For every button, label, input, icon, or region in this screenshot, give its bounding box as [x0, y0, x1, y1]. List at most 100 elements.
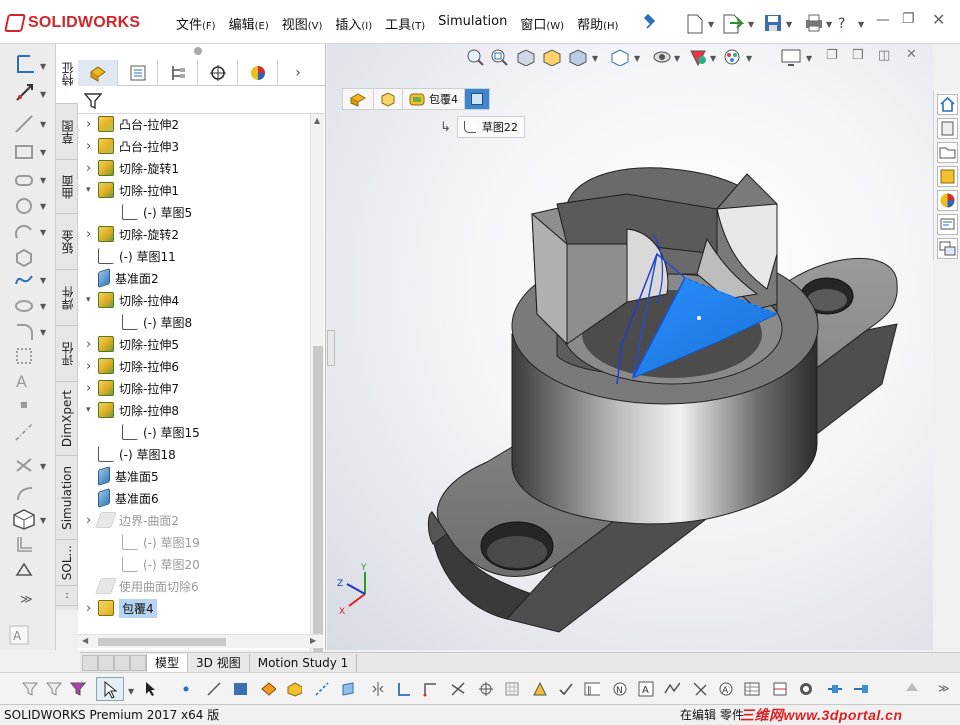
breadcrumb-child[interactable]: ↳ 草图22	[440, 116, 525, 138]
tab-navigation[interactable]	[82, 654, 146, 671]
tree-node[interactable]: ▾ 切除-拉伸4	[86, 290, 179, 310]
options-icon[interactable]: ?	[836, 14, 854, 32]
mirror-tool-icon[interactable]	[370, 681, 386, 697]
viewport-tile-icon[interactable]: ❒	[852, 48, 864, 63]
centerline-tool-icon[interactable]	[314, 681, 330, 697]
command-tab-8[interactable]: SOL...	[56, 540, 78, 586]
measure-icon[interactable]	[692, 681, 708, 697]
centerline-icon[interactable]	[14, 422, 34, 442]
tree-node[interactable]: 使用曲面切除6	[86, 576, 199, 596]
custom-properties-icon[interactable]	[937, 214, 958, 235]
viewport-restore-icon[interactable]: ❐	[826, 48, 838, 63]
circle-icon[interactable]	[14, 196, 34, 216]
ellipse-icon[interactable]	[14, 296, 34, 316]
tree-node[interactable]: › 切除-拉伸6	[86, 356, 179, 376]
next-tab-icon[interactable]	[114, 654, 130, 671]
edit-appearance-icon[interactable]	[722, 48, 742, 66]
ref-curve-icon[interactable]	[664, 681, 680, 697]
tree-node[interactable]: (-) 草图18	[86, 444, 176, 464]
up-tool-icon[interactable]	[904, 681, 920, 697]
tree-node[interactable]: ▾ 切除-拉伸8	[86, 400, 179, 420]
collapse-tools-icon[interactable]	[852, 681, 868, 697]
tree-node[interactable]: › 包覆4	[86, 598, 157, 618]
minimize-icon[interactable]: —	[876, 12, 890, 28]
part-model-svg[interactable]: Y X Z	[327, 44, 933, 650]
tree-vertical-scrollbar[interactable]: ▲	[310, 114, 324, 666]
scroll-thumb[interactable]	[313, 346, 323, 656]
command-tab-0[interactable]: 特征	[56, 44, 78, 104]
prev-tab-icon[interactable]	[98, 654, 114, 671]
tree-node[interactable]: › 切除-拉伸7	[86, 378, 179, 398]
filter-icon[interactable]	[84, 92, 102, 110]
new-document-icon[interactable]	[686, 14, 704, 34]
save-icon[interactable]	[764, 14, 782, 32]
convert-tool-icon[interactable]	[396, 681, 412, 697]
hide-show-items-icon[interactable]	[688, 48, 708, 66]
sketch-point-icon[interactable]	[178, 681, 194, 697]
expand-arrow-icon[interactable]: ›	[86, 359, 98, 374]
grid-icon[interactable]	[504, 681, 520, 697]
document-tab-1[interactable]: 3D 视图	[188, 653, 250, 672]
tree-node[interactable]: 基准面6	[86, 488, 159, 508]
mirror-icon[interactable]	[14, 560, 34, 580]
tree-node[interactable]: (-) 草图15	[110, 422, 200, 442]
trim-icon[interactable]	[14, 456, 34, 476]
graphics-area[interactable]: Y X Z	[327, 44, 933, 650]
last-tab-icon[interactable]	[130, 654, 146, 671]
restore-icon[interactable]: ❐	[902, 11, 915, 27]
view-orientation-icon[interactable]	[610, 48, 630, 66]
tree-node[interactable]: › 凸台-拉伸3	[86, 136, 179, 156]
line-icon[interactable]	[14, 114, 34, 134]
revolve-icon[interactable]	[260, 681, 276, 697]
part-body-icon[interactable]	[286, 681, 302, 697]
tree-node[interactable]: › 凸台-拉伸2	[86, 114, 179, 134]
file-explorer-icon[interactable]	[937, 142, 958, 163]
expand-arrow-icon[interactable]: ›	[86, 337, 98, 352]
check-relation-icon[interactable]	[558, 681, 574, 697]
tab-configuration-manager[interactable]	[158, 60, 198, 86]
scroll-right-icon[interactable]: ▶	[310, 636, 316, 645]
h-scroll-thumb[interactable]	[98, 638, 226, 646]
forum-icon[interactable]	[937, 238, 958, 259]
smart-dimension-icon[interactable]	[14, 82, 36, 104]
tabs-scroll-right-icon[interactable]: ›	[278, 60, 318, 86]
design-library-icon[interactable]	[937, 118, 958, 139]
pin-icon[interactable]	[644, 14, 658, 30]
reference-plane-icon[interactable]	[340, 681, 356, 697]
fillet-icon[interactable]	[14, 322, 34, 342]
note-icon[interactable]: A	[638, 681, 654, 697]
sketch-tool-icon[interactable]	[14, 54, 36, 76]
menu-item-0[interactable]: 文件(F)	[176, 14, 216, 33]
rectangle-icon[interactable]	[14, 142, 34, 162]
command-tabs-more-icon[interactable]: :	[56, 586, 78, 606]
expand-arrow-icon[interactable]: ›	[86, 381, 98, 396]
tree-horizontal-scrollbar[interactable]: ◀ ▶	[78, 634, 324, 648]
offset-entities-icon[interactable]	[14, 534, 34, 554]
menu-item-7[interactable]: 帮助(H)	[577, 14, 618, 33]
command-tab-1[interactable]: 草图	[56, 104, 78, 160]
tree-node[interactable]: (-) 草图5	[110, 202, 192, 222]
point-icon[interactable]: ■	[20, 400, 28, 409]
tab-display-manager[interactable]	[238, 60, 278, 86]
selection-filter-icon[interactable]	[22, 681, 38, 697]
command-tab-3[interactable]: 钣金	[56, 214, 78, 270]
plane-sketch-icon[interactable]	[14, 346, 34, 366]
tree-node[interactable]: (-) 草图20	[110, 554, 200, 574]
slot-icon[interactable]	[14, 170, 34, 190]
breadcrumb-body[interactable]	[374, 89, 403, 109]
document-tab-0[interactable]: 模型	[146, 653, 189, 672]
tree-node[interactable]: (-) 草图8	[110, 312, 192, 332]
breadcrumb-part[interactable]	[343, 89, 374, 109]
tree-node[interactable]: (-) 草图19	[110, 532, 200, 552]
breadcrumb-feature[interactable]: 包覆4	[403, 89, 465, 109]
menu-item-5[interactable]: Simulation	[438, 14, 507, 33]
filter-toggle-icon[interactable]	[46, 681, 62, 697]
home-icon[interactable]	[937, 94, 958, 115]
text-icon[interactable]: A	[16, 372, 27, 391]
command-tab-4[interactable]: 焊件	[56, 270, 78, 326]
display-style-icon[interactable]	[652, 48, 672, 66]
annotation-icon[interactable]: A	[8, 624, 30, 646]
menu-item-6[interactable]: 窗口(W)	[520, 14, 564, 33]
table-icon[interactable]	[744, 681, 760, 697]
child-sketch-item[interactable]: 草图22	[456, 116, 525, 138]
